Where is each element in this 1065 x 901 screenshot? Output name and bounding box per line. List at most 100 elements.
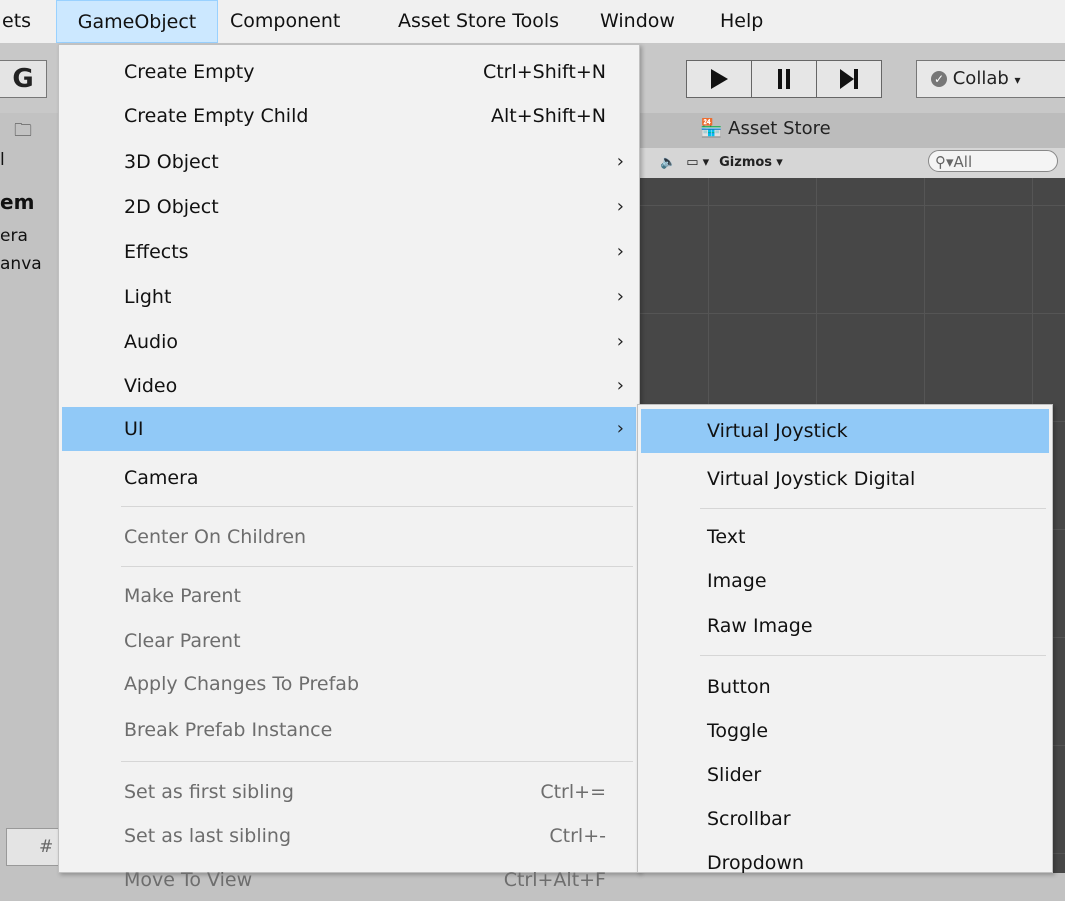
menu-window[interactable]: Window xyxy=(600,0,675,43)
image-effects-icon[interactable]: ▭ ▾ xyxy=(686,155,709,170)
submenu-item-dropdown[interactable]: Dropdown xyxy=(641,842,1049,884)
menu-item-label: Center On Children xyxy=(124,526,307,548)
menu-asset-store-tools[interactable]: Asset Store Tools xyxy=(398,0,559,43)
submenu-item-text[interactable]: Text xyxy=(641,516,1049,558)
step-icon xyxy=(840,69,858,89)
menu-item-label: Break Prefab Instance xyxy=(124,719,333,741)
menu-item-create-empty-child[interactable]: Create Empty Child Alt+Shift+N xyxy=(62,95,636,137)
hierarchy-search-stub[interactable]: l xyxy=(0,150,5,170)
menu-item-label: 3D Object xyxy=(124,151,219,173)
gizmos-dropdown[interactable]: Gizmos ▾ xyxy=(719,155,783,170)
transform-tool-button[interactable]: G xyxy=(0,60,47,98)
menu-item-shortcut: Ctrl+- xyxy=(549,825,606,847)
scene-tools: 🔈 ▭ ▾ Gizmos ▾ xyxy=(660,150,783,174)
menu-item-shortcut: Ctrl+Shift+N xyxy=(482,61,606,83)
menu-item-video[interactable]: Video › xyxy=(62,365,636,407)
menu-item-label: UI xyxy=(124,418,144,440)
hierarchy-row[interactable]: anva xyxy=(0,254,42,274)
submenu-item-raw-image[interactable]: Raw Image xyxy=(641,605,1049,647)
menu-item-label: Video xyxy=(124,375,178,397)
playback-controls xyxy=(686,60,882,98)
menu-item-shortcut: Alt+Shift+N xyxy=(491,105,606,127)
hierarchy-scene-header[interactable]: em xyxy=(0,190,34,214)
submenu-item-virtual-joystick-digital[interactable]: Virtual Joystick Digital xyxy=(641,458,1049,500)
menu-item-label: Set as first sibling xyxy=(124,781,294,803)
submenu-item-slider[interactable]: Slider xyxy=(641,754,1049,796)
menu-item-label: Apply Changes To Prefab xyxy=(124,673,360,695)
submenu-item-label: Raw Image xyxy=(707,615,813,637)
gameobject-menu: Create Empty Ctrl+Shift+N Create Empty C… xyxy=(58,44,640,891)
menu-item-set-as-last-sibling: Set as last sibling Ctrl+- xyxy=(62,815,636,857)
menu-item-apply-changes-to-prefab: Apply Changes To Prefab xyxy=(62,663,636,705)
menu-item-2d-object[interactable]: 2D Object › xyxy=(62,186,636,228)
menu-assets[interactable]: ets xyxy=(0,0,54,43)
menu-component[interactable]: Component xyxy=(230,0,340,43)
submenu-item-label: Image xyxy=(707,570,767,592)
submenu-item-label: Text xyxy=(707,526,746,548)
menu-item-label: Audio xyxy=(124,331,179,353)
gizmos-label: Gizmos xyxy=(719,154,773,170)
menu-item-set-as-first-sibling: Set as first sibling Ctrl+= xyxy=(62,771,636,813)
menu-item-break-prefab-instance: Break Prefab Instance xyxy=(62,709,636,751)
menu-item-center-on-children: Center On Children xyxy=(62,516,636,558)
collab-label: Collab xyxy=(952,68,1009,89)
menu-item-label: Move To View xyxy=(124,869,253,891)
play-button[interactable] xyxy=(687,61,752,97)
project-tab[interactable]: 🗀 xyxy=(14,118,32,148)
menu-item-3d-object[interactable]: 3D Object › xyxy=(62,141,636,183)
submenu-item-label: Button xyxy=(707,676,771,698)
menu-separator xyxy=(121,761,633,762)
search-placeholder: All xyxy=(953,153,973,171)
menu-separator xyxy=(121,506,633,507)
menu-gameobject[interactable]: GameObject xyxy=(56,0,218,43)
menu-item-label: Clear Parent xyxy=(124,630,241,652)
menu-item-move-to-view: Move To View Ctrl+Alt+F xyxy=(62,859,636,901)
submenu-arrow-icon: › xyxy=(616,286,624,307)
search-icon: ⚲▾ xyxy=(935,153,954,171)
submenu-item-label: Scrollbar xyxy=(707,808,791,830)
ui-submenu: Virtual Joystick Virtual Joystick Digita… xyxy=(637,404,1053,874)
step-button[interactable] xyxy=(817,61,881,97)
menu-item-clear-parent: Clear Parent xyxy=(62,620,636,662)
submenu-item-image[interactable]: Image xyxy=(641,560,1049,602)
collab-button[interactable]: ✓ Collab ▾ xyxy=(916,60,1065,98)
menu-item-light[interactable]: Light › xyxy=(62,276,636,318)
menu-item-shortcut: Ctrl+Alt+F xyxy=(503,869,606,891)
menu-separator xyxy=(121,566,633,567)
menu-item-ui[interactable]: UI › xyxy=(62,407,636,451)
menu-separator xyxy=(700,508,1046,509)
menu-item-label: Set as last sibling xyxy=(124,825,292,847)
bottom-panel-tab[interactable]: # xyxy=(6,828,60,866)
menu-help[interactable]: Help xyxy=(720,0,763,43)
menu-item-label: Effects xyxy=(124,241,189,263)
dropdown-arrow-icon: ▾ xyxy=(1014,73,1021,87)
menu-item-label: Create Empty Child xyxy=(124,105,309,127)
scene-search-input[interactable]: ⚲▾All xyxy=(928,150,1058,172)
store-icon: 🏪 xyxy=(700,118,723,139)
submenu-arrow-icon: › xyxy=(616,331,624,352)
submenu-item-button[interactable]: Button xyxy=(641,666,1049,708)
menu-item-effects[interactable]: Effects › xyxy=(62,231,636,273)
submenu-item-virtual-joystick[interactable]: Virtual Joystick xyxy=(641,409,1049,453)
hierarchy-row[interactable]: era xyxy=(0,226,28,246)
menu-item-label: Camera xyxy=(124,467,199,489)
menu-item-camera[interactable]: Camera xyxy=(62,457,636,499)
audio-icon[interactable]: 🔈 xyxy=(660,155,676,170)
submenu-arrow-icon: › xyxy=(616,375,624,396)
main-menu-bar: ets GameObject Component Asset Store Too… xyxy=(0,0,1065,43)
menu-item-label: Light xyxy=(124,286,172,308)
submenu-item-label: Virtual Joystick xyxy=(707,420,848,442)
submenu-item-toggle[interactable]: Toggle xyxy=(641,710,1049,752)
submenu-item-scrollbar[interactable]: Scrollbar xyxy=(641,798,1049,840)
menu-item-audio[interactable]: Audio › xyxy=(62,321,636,363)
submenu-arrow-icon: › xyxy=(616,151,624,172)
menu-item-create-empty[interactable]: Create Empty Ctrl+Shift+N xyxy=(62,51,636,93)
asset-store-tab[interactable]: 🏪 Asset Store xyxy=(700,118,831,139)
pause-icon xyxy=(778,69,790,89)
menu-item-label: 2D Object xyxy=(124,196,219,218)
play-icon xyxy=(711,69,728,89)
folder-icon: 🗀 xyxy=(14,120,32,141)
pause-button[interactable] xyxy=(752,61,817,97)
submenu-item-label: Virtual Joystick Digital xyxy=(707,468,916,490)
menu-item-label: Make Parent xyxy=(124,585,241,607)
